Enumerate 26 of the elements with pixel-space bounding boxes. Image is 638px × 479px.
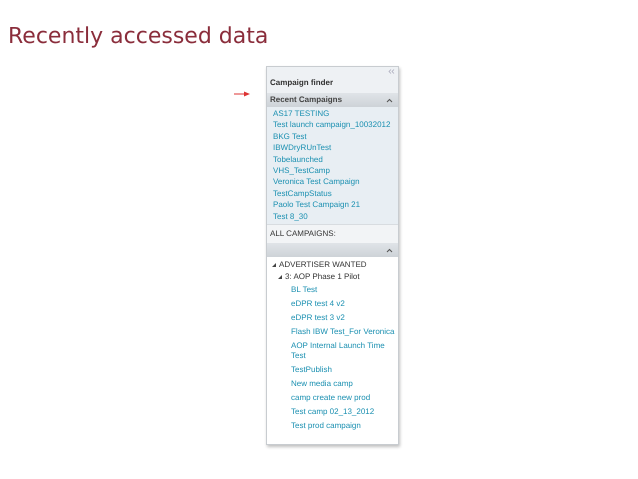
slide-title: Recently accessed data: [8, 23, 270, 51]
campaign-link[interactable]: BKG Test: [273, 130, 398, 142]
campaign-link[interactable]: Flash IBW Test_For Veronica: [283, 325, 401, 340]
tree-node[interactable]: ADVERTISER WANTED: [279, 259, 367, 272]
campaign-link[interactable]: TestPublish: [283, 363, 401, 378]
campaign-link[interactable]: Test prod campaign: [283, 419, 401, 434]
campaign-link[interactable]: Test launch campaign_10032012: [273, 119, 398, 131]
campaign-link[interactable]: BL Test: [283, 283, 401, 298]
section-label: ALL CAMPAIGNS:: [267, 224, 398, 244]
campaign-link[interactable]: AS17 TESTING: [273, 108, 398, 120]
campaign-link[interactable]: IBWDryRUnTest: [273, 142, 398, 154]
campaign-link[interactable]: Tobelaunched: [273, 154, 398, 166]
campaign-link[interactable]: eDPR test 3 v2: [283, 311, 401, 326]
section-title: Recent Campaigns: [270, 94, 342, 106]
campaign-link[interactable]: eDPR test 4 v2: [283, 297, 401, 312]
campaign-link[interactable]: Test 8_30: [273, 210, 398, 222]
campaign-link[interactable]: VHS_TestCamp: [273, 165, 398, 176]
campaign-link[interactable]: AOP Internal Launch Time Test: [283, 339, 401, 364]
campaign-link[interactable]: New media camp: [283, 377, 401, 392]
tree-node[interactable]: 3: AOP Phase 1 Pilot: [285, 271, 360, 284]
campaign-link[interactable]: Paolo Test Campaign 21: [273, 199, 398, 211]
campaign-link[interactable]: Test camp 02_13_2012: [283, 405, 401, 420]
campaign-link[interactable]: TestCampStatus: [273, 188, 398, 200]
campaign-link[interactable]: Veronica Test Campaign: [273, 176, 398, 188]
panel-title: Campaign finder: [270, 77, 334, 89]
campaign-link[interactable]: camp create new prod: [283, 391, 401, 406]
